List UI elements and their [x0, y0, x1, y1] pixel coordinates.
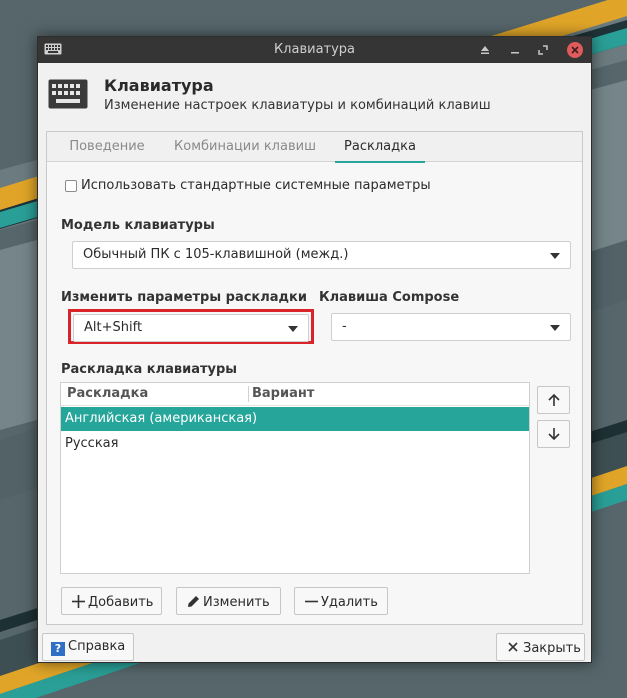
minus-icon — [303, 588, 319, 614]
header-subtitle: Изменение настроек клавиатуры и комбинац… — [104, 98, 491, 113]
close-window-button[interactable] — [567, 42, 583, 58]
column-header-variant[interactable]: Вариант — [252, 386, 314, 401]
help-icon: ? — [51, 642, 65, 656]
compose-key-value: - — [342, 319, 347, 334]
layout-option-combo[interactable]: Alt+Shift — [73, 314, 309, 342]
help-button[interactable]: ? Справка — [42, 633, 134, 661]
keyboard-settings-window: Клавиатура Клавиатура Изменение настроек… — [37, 36, 592, 663]
tab-behavior[interactable]: Поведение — [59, 132, 155, 162]
edit-layout-button[interactable]: Изменить — [176, 587, 281, 615]
layouts-list[interactable]: Раскладка Вариант Английская (американск… — [60, 382, 530, 574]
column-separator — [248, 386, 249, 402]
maximize-button[interactable] — [534, 41, 552, 59]
settings-notebook: Поведение Комбинации клавиш Раскладка Ис… — [46, 131, 583, 625]
close-button[interactable]: Закрыть — [496, 633, 585, 661]
header-title: Клавиатура — [104, 76, 214, 95]
layout-option-value: Alt+Shift — [84, 320, 143, 335]
remove-layout-button[interactable]: Удалить — [294, 587, 388, 615]
arrow-up-icon — [547, 390, 561, 409]
compose-key-label: Клавиша Compose — [319, 290, 460, 305]
titlebar[interactable]: Клавиатура — [38, 37, 591, 63]
dropdown-arrow-icon — [550, 325, 560, 331]
layouts-list-header: Раскладка Вариант — [61, 383, 529, 406]
edit-label: Изменить — [203, 595, 270, 610]
column-header-layout[interactable]: Раскладка — [67, 386, 148, 401]
tab-shortcuts[interactable]: Комбинации клавиш — [171, 132, 319, 162]
pencil-icon — [185, 588, 201, 614]
shade-button[interactable] — [476, 41, 494, 59]
list-item[interactable]: Английская (американская) — [61, 407, 529, 431]
tab-layout[interactable]: Раскладка — [335, 132, 425, 163]
layout-option-label: Изменить параметры раскладки — [61, 290, 307, 305]
close-icon — [505, 634, 521, 660]
use-system-defaults-label[interactable]: Использовать стандартные системные парам… — [81, 178, 431, 193]
add-layout-button[interactable]: Добавить — [61, 587, 162, 615]
plus-icon — [70, 588, 86, 614]
use-system-defaults-checkbox[interactable] — [65, 180, 77, 192]
keyboard-icon — [48, 79, 88, 113]
layouts-label: Раскладка клавиатуры — [61, 362, 238, 377]
close-label: Закрыть — [523, 641, 581, 656]
keyboard-model-combo[interactable]: Обычный ПК с 105-клавишной (межд.) — [72, 241, 571, 269]
move-down-button[interactable] — [537, 420, 570, 448]
dialog-header: Клавиатура Изменение настроек клавиатуры… — [38, 63, 591, 131]
remove-label: Удалить — [321, 595, 378, 610]
dropdown-arrow-icon — [288, 326, 298, 332]
keyboard-model-value: Обычный ПК с 105-клавишной (межд.) — [83, 247, 349, 262]
keyboard-model-label: Модель клавиатуры — [61, 218, 215, 233]
move-up-button[interactable] — [537, 386, 570, 414]
minimize-button[interactable] — [506, 41, 524, 59]
layout-name: Английская (американская) — [65, 411, 258, 426]
compose-key-combo[interactable]: - — [331, 313, 571, 341]
list-item[interactable]: Русская — [61, 432, 529, 456]
add-label: Добавить — [88, 595, 154, 610]
dropdown-arrow-icon — [550, 253, 560, 259]
layout-name: Русская — [65, 436, 119, 451]
arrow-down-icon — [547, 424, 561, 443]
tab-bar: Поведение Комбинации клавиш Раскладка — [47, 132, 582, 163]
help-label: Справка — [68, 639, 126, 654]
